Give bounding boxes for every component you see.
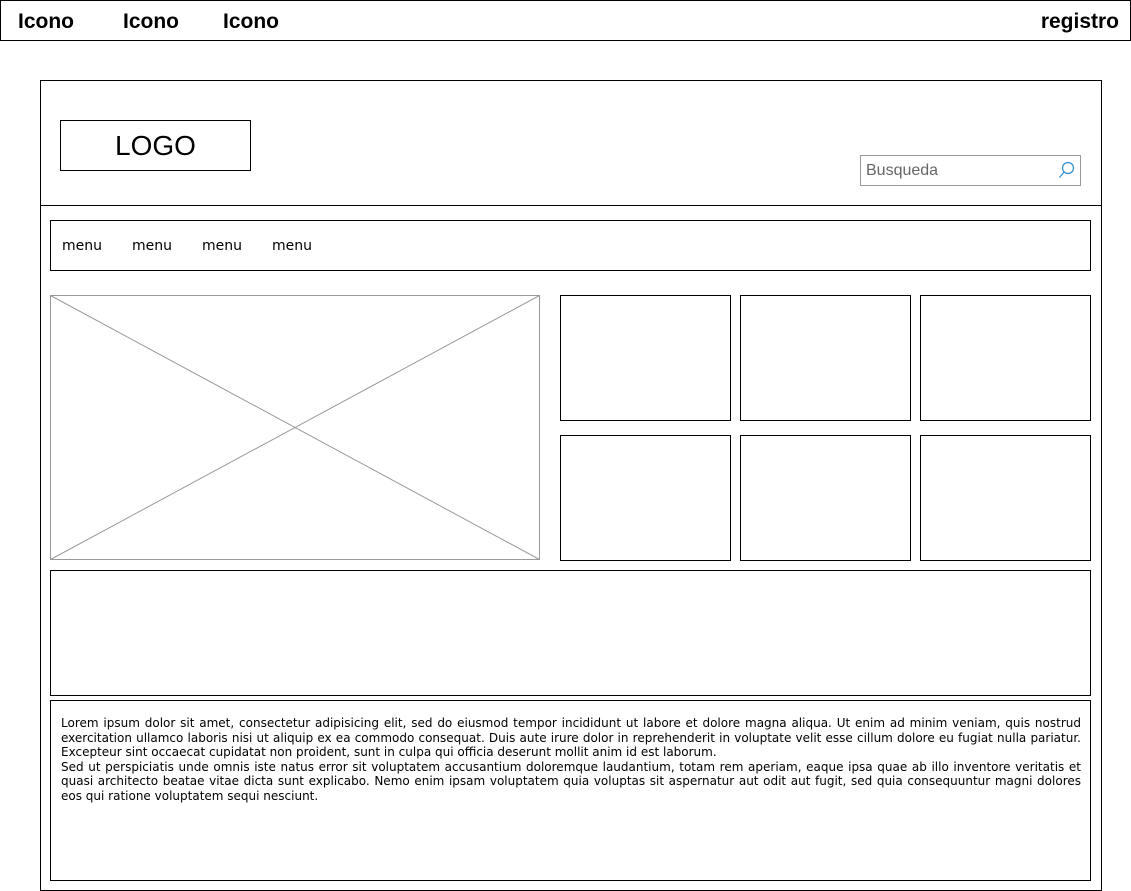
top-bar: Icono Icono Icono registro xyxy=(0,0,1131,41)
hero-image-placeholder xyxy=(50,295,540,560)
logo-text: LOGO xyxy=(115,130,196,161)
top-icon-2[interactable]: Icono xyxy=(123,10,179,34)
paragraph-1: Lorem ipsum dolor sit amet, consectetur … xyxy=(61,716,1081,759)
banner-area xyxy=(50,570,1091,696)
nav-menu-2[interactable]: menu xyxy=(132,238,172,255)
top-icon-1[interactable]: Icono xyxy=(18,10,74,34)
thumbnail-4[interactable] xyxy=(560,435,731,561)
nav-menu-4[interactable]: menu xyxy=(272,238,312,255)
thumbnail-2[interactable] xyxy=(740,295,911,421)
thumbnail-3[interactable] xyxy=(920,295,1091,421)
thumbnail-5[interactable] xyxy=(740,435,911,561)
text-block: Lorem ipsum dolor sit amet, consectetur … xyxy=(50,700,1091,881)
thumbnail-6[interactable] xyxy=(920,435,1091,561)
logo[interactable]: LOGO xyxy=(60,120,251,171)
header-divider xyxy=(40,205,1101,206)
search-input[interactable] xyxy=(861,156,1056,185)
search-box xyxy=(860,155,1081,186)
search-icon[interactable] xyxy=(1057,160,1077,180)
nav-menu-1[interactable]: menu xyxy=(62,238,102,255)
thumbnail-1[interactable] xyxy=(560,295,731,421)
paragraph-2: Sed ut perspiciatis unde omnis iste natu… xyxy=(61,759,1081,803)
nav-bar: menu menu menu menu xyxy=(50,220,1091,271)
nav-menu-3[interactable]: menu xyxy=(202,238,242,255)
register-link[interactable]: registro xyxy=(1041,10,1119,34)
top-icon-3[interactable]: Icono xyxy=(223,10,279,34)
body-text: Lorem ipsum dolor sit amet, consectetur … xyxy=(61,716,1081,803)
